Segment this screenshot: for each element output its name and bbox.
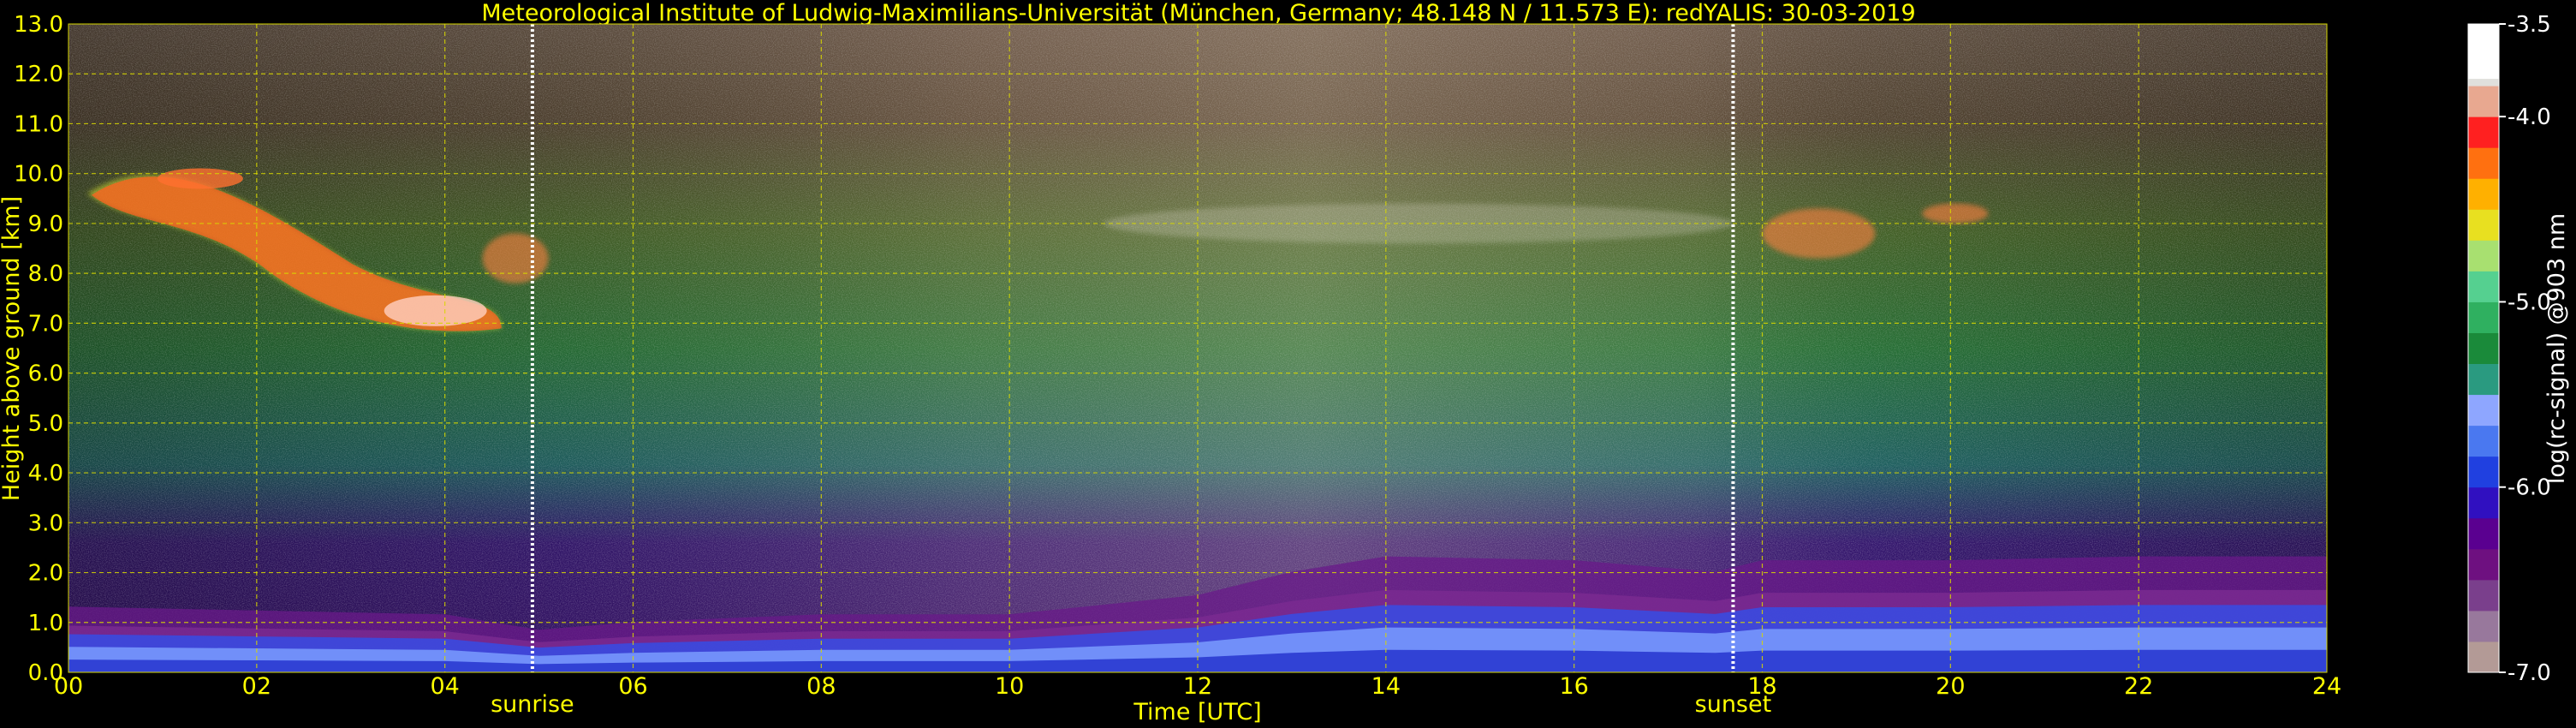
y-tick-label: 2.0 xyxy=(28,561,63,587)
colorbar-segment xyxy=(2468,116,2499,148)
cloud-patch xyxy=(1922,203,1989,224)
colorbar-segment xyxy=(2468,456,2499,488)
x-tick-label: 22 xyxy=(2124,673,2153,700)
colorbar-segment xyxy=(2468,579,2499,612)
colorbar-segment xyxy=(2468,610,2499,642)
x-tick-label: 06 xyxy=(618,673,647,700)
y-tick-label: 7.0 xyxy=(28,311,63,337)
cloud-upper-patch xyxy=(157,168,243,189)
plot-area: sunrise sunset xyxy=(68,23,2328,718)
colorbar-segment xyxy=(2468,394,2499,427)
sun-marker-label: sunrise xyxy=(491,691,574,718)
chart-title: Meteorological Institute of Ludwig-Maxim… xyxy=(481,0,1915,27)
y-tick-label: 12.0 xyxy=(14,62,63,87)
colorbar-segment xyxy=(2468,486,2499,519)
cloud-patch xyxy=(1762,208,1876,259)
x-tick-label: 18 xyxy=(1747,673,1776,700)
colorbar-segment xyxy=(2468,147,2499,179)
y-tick-label: 1.0 xyxy=(28,611,63,636)
x-tick-label: 24 xyxy=(2312,673,2341,700)
colorbar-segment xyxy=(2468,209,2499,241)
colorbar-segment xyxy=(2468,178,2499,210)
colorbar-segment xyxy=(2468,363,2499,396)
y-tick-label: 10.0 xyxy=(14,162,63,188)
x-tick-label: 14 xyxy=(1371,673,1401,700)
colorbar-segment xyxy=(2468,332,2499,365)
colorbar-segment xyxy=(2468,24,2499,80)
y-tick-label: 3.0 xyxy=(28,510,63,536)
colorbar-label: log(rc-signal) @903 nm xyxy=(2543,213,2570,484)
x-tick-label: 16 xyxy=(1559,673,1588,700)
colorbar-segment xyxy=(2468,548,2499,581)
y-tick-label: 8.0 xyxy=(28,261,63,287)
colorbar-tick-label: -7.0 xyxy=(2508,660,2551,686)
colorbar-tick-label: -3.5 xyxy=(2508,12,2551,38)
y-tick-label: 9.0 xyxy=(28,212,63,237)
colorbar-segment xyxy=(2468,301,2499,333)
colorbar-segment xyxy=(2468,240,2499,272)
colorbar-segment xyxy=(2468,641,2499,673)
lidar-backscatter-chart: Meteorological Institute of Ludwig-Maxim… xyxy=(0,0,2576,728)
cloud-dense-spot xyxy=(384,295,487,326)
colorbar-segment xyxy=(2468,271,2499,302)
x-tick-label: 04 xyxy=(430,673,459,700)
x-tick-label: 12 xyxy=(1183,673,1212,700)
y-tick-label: 5.0 xyxy=(28,411,63,437)
y-tick-label: 0.0 xyxy=(28,660,63,686)
x-tick-label: 20 xyxy=(1936,673,1965,700)
cloud-patch xyxy=(482,233,549,283)
x-axis-label: Time [UTC] xyxy=(1133,699,1261,725)
x-tick-label: 10 xyxy=(995,673,1024,700)
colorbar xyxy=(2467,23,2500,673)
colorbar-tick-label: -4.0 xyxy=(2508,104,2551,130)
colorbar-segment xyxy=(2468,425,2499,457)
y-tick-label: 13.0 xyxy=(14,12,63,38)
colorbar-segment xyxy=(2468,86,2499,117)
y-tick-label: 11.0 xyxy=(14,111,63,137)
y-tick-label: 4.0 xyxy=(28,461,63,486)
x-tick-label: 08 xyxy=(806,673,836,700)
y-tick-label: 6.0 xyxy=(28,361,63,387)
y-axis-label: Height above ground [km] xyxy=(0,196,25,501)
x-tick-label: 02 xyxy=(242,673,271,700)
colorbar-segment xyxy=(2468,517,2499,550)
